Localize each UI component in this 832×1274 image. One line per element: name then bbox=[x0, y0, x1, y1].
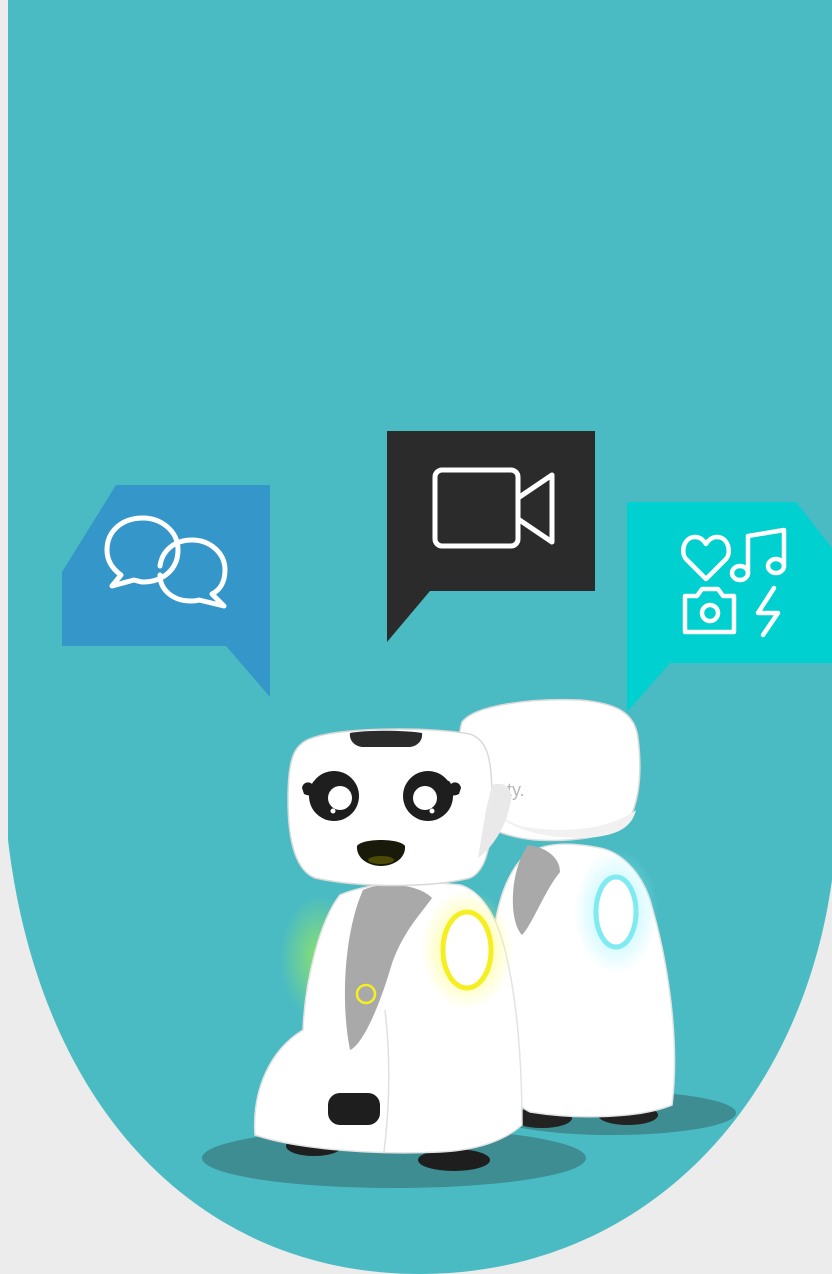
illustration-svg: ty. bbox=[8, 0, 832, 1274]
back-robot-chest-light bbox=[593, 874, 639, 950]
illustration-stage: ty. bbox=[0, 0, 832, 1274]
front-robot-base-slot bbox=[328, 1093, 380, 1125]
front-robot bbox=[253, 728, 523, 1171]
front-robot-chest-light bbox=[440, 909, 494, 991]
